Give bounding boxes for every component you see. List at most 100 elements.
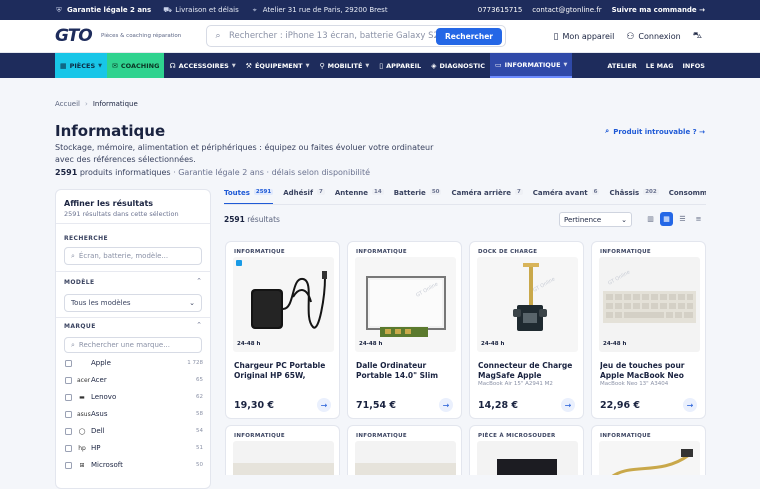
product-card[interactable]: INFORMATIQUE 24-48 h Chargeur PC Portabl… bbox=[225, 241, 340, 419]
email-link[interactable]: contact@gtonline.fr bbox=[532, 6, 601, 14]
keycaps-image bbox=[603, 291, 696, 323]
checkbox[interactable] bbox=[65, 376, 72, 384]
product-card[interactable]: INFORMATIQUE bbox=[591, 425, 706, 475]
product-image bbox=[477, 441, 578, 475]
nav-le-mag[interactable]: LE MAG bbox=[646, 62, 674, 70]
shield-icon: ⛨ bbox=[56, 6, 62, 14]
nav-atelier[interactable]: ATELIER bbox=[607, 62, 636, 70]
nav-informatique[interactable]: ▭ INFORMATIQUE ▼ bbox=[489, 53, 573, 78]
phone-icon: ▯ bbox=[379, 61, 384, 70]
checkbox[interactable] bbox=[65, 359, 72, 367]
cart-button[interactable]: ⛍ bbox=[693, 31, 702, 42]
nav-pieces[interactable]: ▦ PIÈCES ▼ bbox=[55, 53, 107, 78]
product-card[interactable]: PIÈCE À MICROSOUDER bbox=[469, 425, 584, 475]
grid-view-icon[interactable]: ▦ bbox=[660, 212, 673, 226]
tab-camera-avant[interactable]: Caméra avant 6 bbox=[533, 189, 600, 204]
tab-antenne[interactable]: Antenne 14 bbox=[335, 189, 384, 204]
delivery-info[interactable]: ⛟ Livraison et délais bbox=[163, 6, 239, 14]
grid-large-view-icon[interactable]: ▥ bbox=[644, 212, 657, 226]
sort-select[interactable]: Pertinence ⌄ bbox=[559, 212, 632, 227]
product-category: INFORMATIQUE bbox=[356, 433, 407, 439]
brand-option-hp[interactable]: hp HP 51 bbox=[65, 442, 203, 454]
model-select[interactable]: Tous les modèles ⌄ bbox=[64, 294, 202, 312]
nav-mobilite[interactable]: ⚲ MOBILITÉ ▼ bbox=[314, 53, 374, 78]
product-price: 71,54 € bbox=[356, 400, 396, 411]
product-unfound-link[interactable]: ⌕ Produit introuvable ? → bbox=[605, 127, 705, 136]
tab-consommables[interactable]: Consommables bbox=[669, 189, 706, 204]
arrow-right-icon[interactable]: → bbox=[683, 398, 697, 412]
logo[interactable]: GTO bbox=[55, 26, 101, 46]
chevron-up-icon[interactable]: ⌃ bbox=[196, 321, 202, 329]
track-order-link[interactable]: Suivre ma commande → bbox=[612, 6, 705, 14]
product-image bbox=[233, 441, 334, 475]
nav-appareil[interactable]: ▯ APPAREIL bbox=[374, 53, 426, 78]
tab-adhesif[interactable]: Adhésif 7 bbox=[283, 189, 325, 204]
tab-chassis[interactable]: Châssis 202 bbox=[609, 189, 659, 204]
arrow-right-icon[interactable]: → bbox=[561, 398, 575, 412]
search-input[interactable]: Rechercher : iPhone 13 écran, batterie G… bbox=[229, 31, 436, 41]
phone-icon: ▯ bbox=[553, 31, 559, 42]
brand-search-input[interactable]: ⌕ Rechercher une marque... bbox=[64, 337, 202, 353]
checkbox[interactable] bbox=[65, 427, 72, 435]
warranty-info[interactable]: ⛨ Garantie légale 2 ans bbox=[55, 6, 151, 14]
product-card[interactable]: INFORMATIQUE GT Online 24-48 h Jeu de to… bbox=[591, 241, 706, 419]
tab-toutes[interactable]: Toutes 2591 bbox=[224, 189, 274, 204]
diagnostic-icon: ◈ bbox=[431, 61, 437, 70]
nav-diagnostic[interactable]: ◈ DIAGNOSTIC bbox=[426, 53, 490, 78]
my-device-link[interactable]: ▯ Mon appareil bbox=[554, 32, 615, 42]
product-price: 19,30 € bbox=[234, 400, 274, 411]
chevron-down-icon: ▼ bbox=[98, 62, 102, 69]
product-name[interactable]: Jeu de touches pour Apple MacBook Neo 13… bbox=[600, 361, 700, 380]
arrow-right-icon[interactable]: → bbox=[317, 398, 331, 412]
product-card[interactable]: DOCK DE CHARGE GT Online 24-48 h Connect… bbox=[469, 241, 584, 419]
breadcrumb-current: Informatique bbox=[92, 100, 138, 108]
breadcrumb-home[interactable]: Accueil bbox=[55, 100, 80, 108]
nav-coaching[interactable]: ✉ COACHING bbox=[107, 53, 165, 78]
chip-image bbox=[497, 459, 557, 475]
brand-option-acer[interactable]: acer Acer 65 bbox=[65, 374, 203, 386]
checkbox[interactable] bbox=[65, 393, 72, 401]
site-header: GTO Pièces & coaching réparation ⌕ Reche… bbox=[0, 20, 760, 53]
checkbox[interactable] bbox=[65, 461, 72, 469]
search-icon: ⌕ bbox=[71, 340, 75, 349]
product-name[interactable]: Dalle Ordinateur Portable 14.0" Slim FHD… bbox=[356, 361, 456, 380]
nav-equipement[interactable]: ⚒ ÉQUIPEMENT ▼ bbox=[241, 53, 315, 78]
nav-infos[interactable]: INFOS bbox=[682, 62, 705, 70]
brand-option-dell[interactable]: ◯ Dell 54 bbox=[65, 425, 203, 437]
tab-camera-arriere[interactable]: Caméra arrière 7 bbox=[451, 189, 523, 204]
chevron-down-icon: ▼ bbox=[305, 62, 310, 69]
login-link[interactable]: ⚇ Connexion bbox=[626, 32, 680, 42]
chevron-down-icon: ▼ bbox=[231, 62, 236, 69]
user-icon: ⚇ bbox=[626, 31, 635, 42]
tab-batterie[interactable]: Batterie 50 bbox=[394, 189, 442, 204]
brand-option-apple[interactable]: Apple 1 728 bbox=[65, 357, 203, 369]
product-card[interactable]: INFORMATIQUE GT Online 24-48 h Dalle Ord… bbox=[347, 241, 462, 419]
filter-search-input[interactable]: ⌕ Écran, batterie, modèle... bbox=[64, 247, 202, 265]
delivery-delay: 24-48 h bbox=[481, 341, 505, 347]
arrow-right-icon[interactable]: → bbox=[439, 398, 453, 412]
product-price: 14,28 € bbox=[478, 400, 518, 411]
product-name[interactable]: Connecteur de Charge MagSafe Apple MacBo… bbox=[478, 361, 578, 380]
phone-link[interactable]: 0773615715 bbox=[478, 6, 523, 14]
workshop-info[interactable]: ⌖ Atelier 31 rue de Paris, 29200 Brest bbox=[251, 6, 388, 14]
search-button[interactable]: Rechercher bbox=[435, 27, 502, 45]
checkbox[interactable] bbox=[65, 444, 72, 452]
product-name[interactable]: Chargeur PC Portable Original HP 65W, 19… bbox=[234, 361, 334, 380]
delivery-delay: 24-48 h bbox=[359, 341, 383, 347]
laptop-icon: ▭ bbox=[494, 60, 502, 69]
chevron-up-icon[interactable]: ⌃ bbox=[196, 277, 202, 285]
compact-list-view-icon[interactable]: ≡ bbox=[692, 212, 705, 226]
product-card[interactable]: INFORMATIQUE bbox=[225, 425, 340, 475]
product-price: 22,96 € bbox=[600, 400, 640, 411]
chevron-down-icon: ▼ bbox=[365, 62, 370, 69]
magsafe-connector-image bbox=[513, 263, 547, 331]
product-card[interactable]: INFORMATIQUE bbox=[347, 425, 462, 475]
list-view-icon[interactable]: ☰ bbox=[676, 212, 689, 226]
brand-option-lenovo[interactable]: ▬ Lenovo 62 bbox=[65, 391, 203, 403]
chevron-down-icon: ⌄ bbox=[621, 215, 627, 224]
checkbox[interactable] bbox=[65, 410, 72, 418]
brand-option-asus[interactable]: asus Asus 58 bbox=[65, 408, 203, 420]
product-compatibility: MacBook Neo 13" A3404 bbox=[600, 381, 669, 387]
brand-option-microsoft[interactable]: ⊞ Microsoft 50 bbox=[65, 459, 203, 471]
nav-accessoires[interactable]: ☊ ACCESSOIRES ▼ bbox=[164, 53, 240, 78]
